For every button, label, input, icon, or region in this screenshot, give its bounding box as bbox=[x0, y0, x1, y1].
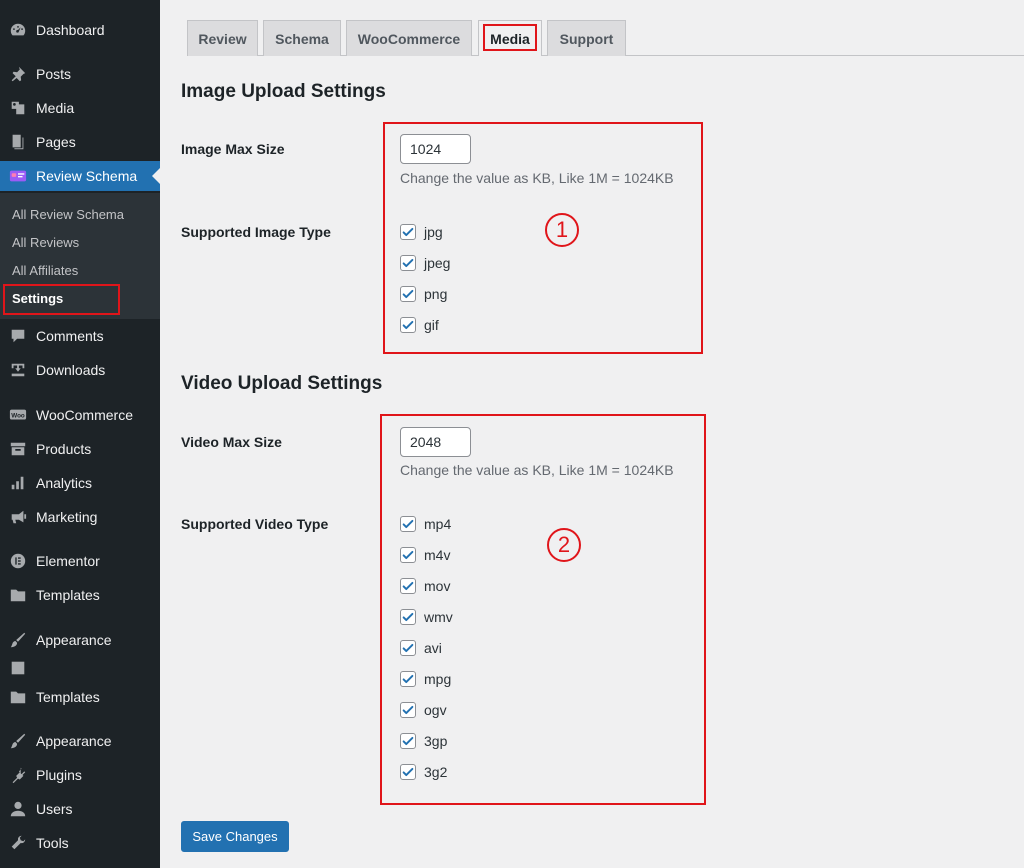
paintbrush-icon bbox=[0, 631, 36, 649]
menu-plugins[interactable]: Plugins bbox=[0, 760, 160, 790]
annotation-marker-2: 2 bbox=[547, 528, 581, 562]
menu-posts[interactable]: Posts bbox=[0, 59, 160, 89]
menu-label: Analytics bbox=[36, 475, 93, 491]
bar-chart-icon bbox=[0, 474, 36, 492]
menu-appearance-2[interactable]: Appearance bbox=[0, 726, 160, 756]
menu-label: WooCommerce bbox=[36, 407, 133, 423]
video-types-label: Supported Video Type bbox=[181, 516, 329, 532]
submenu-all-review-schema[interactable]: All Review Schema bbox=[12, 202, 124, 226]
menu-tools[interactable]: Tools bbox=[0, 828, 160, 858]
media-icon bbox=[0, 99, 36, 117]
wrench-icon bbox=[0, 834, 36, 852]
menu-label: Templates bbox=[36, 689, 100, 705]
menu-label: Downloads bbox=[36, 362, 106, 378]
user-icon bbox=[0, 800, 36, 818]
tab-review[interactable]: Review bbox=[187, 20, 258, 56]
block-icon bbox=[0, 661, 36, 675]
save-changes-button[interactable]: Save Changes bbox=[181, 821, 289, 852]
current-arrow bbox=[152, 168, 160, 184]
menu-hidden-item bbox=[0, 661, 160, 675]
review-schema-icon bbox=[0, 167, 36, 185]
menu-partially-hidden bbox=[0, 661, 160, 675]
media-tab-highlight-box bbox=[483, 24, 537, 51]
menu-templates-2[interactable]: Templates bbox=[0, 682, 160, 712]
menu-marketing[interactable]: Marketing bbox=[0, 502, 160, 532]
menu-dashboard[interactable]: Dashboard bbox=[0, 15, 160, 45]
svg-text:Woo: Woo bbox=[11, 412, 25, 419]
submenu-all-affiliates[interactable]: All Affiliates bbox=[12, 258, 78, 282]
folder-icon bbox=[0, 586, 36, 604]
menu-woocommerce[interactable]: Woo WooCommerce bbox=[0, 400, 160, 430]
menu-label: Products bbox=[36, 441, 92, 457]
tab-schema[interactable]: Schema bbox=[263, 20, 341, 56]
image-types-label: Supported Image Type bbox=[181, 224, 331, 240]
tab-woocommerce[interactable]: WooCommerce bbox=[346, 20, 472, 56]
menu-comments[interactable]: Comments bbox=[0, 321, 160, 351]
elementor-icon bbox=[0, 552, 36, 570]
menu-label: Posts bbox=[36, 66, 72, 82]
menu-label: Review Schema bbox=[36, 168, 138, 184]
tab-support[interactable]: Support bbox=[547, 20, 626, 56]
comment-icon bbox=[0, 327, 36, 345]
menu-elementor[interactable]: Elementor bbox=[0, 546, 160, 576]
download-icon bbox=[0, 361, 36, 379]
menu-label: Media bbox=[36, 100, 75, 116]
video-settings-highlight-box bbox=[380, 414, 706, 805]
menu-label: Comments bbox=[36, 328, 104, 344]
image-upload-title: Image Upload Settings bbox=[181, 81, 386, 102]
plugin-icon bbox=[0, 766, 36, 784]
menu-label: Elementor bbox=[36, 553, 100, 569]
menu-label: Users bbox=[36, 801, 73, 817]
menu-label: Plugins bbox=[36, 767, 82, 783]
submenu-all-reviews[interactable]: All Reviews bbox=[12, 230, 79, 254]
admin-sidebar: Dashboard Posts Media Pages Review Schem… bbox=[0, 0, 160, 868]
menu-pages[interactable]: Pages bbox=[0, 127, 160, 157]
megaphone-icon bbox=[0, 508, 36, 526]
video-max-size-label: Video Max Size bbox=[181, 434, 282, 450]
menu-label: Dashboard bbox=[36, 22, 105, 38]
pin-icon bbox=[0, 65, 36, 83]
menu-media[interactable]: Media bbox=[0, 93, 160, 123]
menu-label: Pages bbox=[36, 134, 76, 150]
menu-products[interactable]: Products bbox=[0, 434, 160, 464]
folder-icon bbox=[0, 688, 36, 706]
menu-analytics[interactable]: Analytics bbox=[0, 468, 160, 498]
menu-users[interactable]: Users bbox=[0, 794, 160, 824]
menu-appearance[interactable]: Appearance bbox=[0, 625, 160, 655]
pages-icon bbox=[0, 133, 36, 151]
paintbrush-icon bbox=[0, 732, 36, 750]
video-upload-title: Video Upload Settings bbox=[181, 373, 383, 394]
settings-highlight-box bbox=[3, 284, 120, 315]
menu-downloads[interactable]: Downloads bbox=[0, 355, 160, 385]
archive-icon bbox=[0, 440, 36, 458]
menu-label: Tools bbox=[36, 835, 69, 851]
menu-templates[interactable]: Templates bbox=[0, 580, 160, 610]
menu-label: Marketing bbox=[36, 509, 98, 525]
image-max-size-label: Image Max Size bbox=[181, 141, 285, 157]
annotation-marker-1: 1 bbox=[545, 213, 579, 247]
woocommerce-icon: Woo bbox=[0, 406, 36, 424]
menu-label: Appearance bbox=[36, 632, 112, 648]
menu-label: Templates bbox=[36, 587, 100, 603]
dashboard-icon bbox=[0, 21, 36, 39]
menu-label: Appearance bbox=[36, 733, 112, 749]
menu-review-schema[interactable]: Review Schema bbox=[0, 161, 160, 191]
image-settings-highlight-box bbox=[383, 122, 703, 354]
